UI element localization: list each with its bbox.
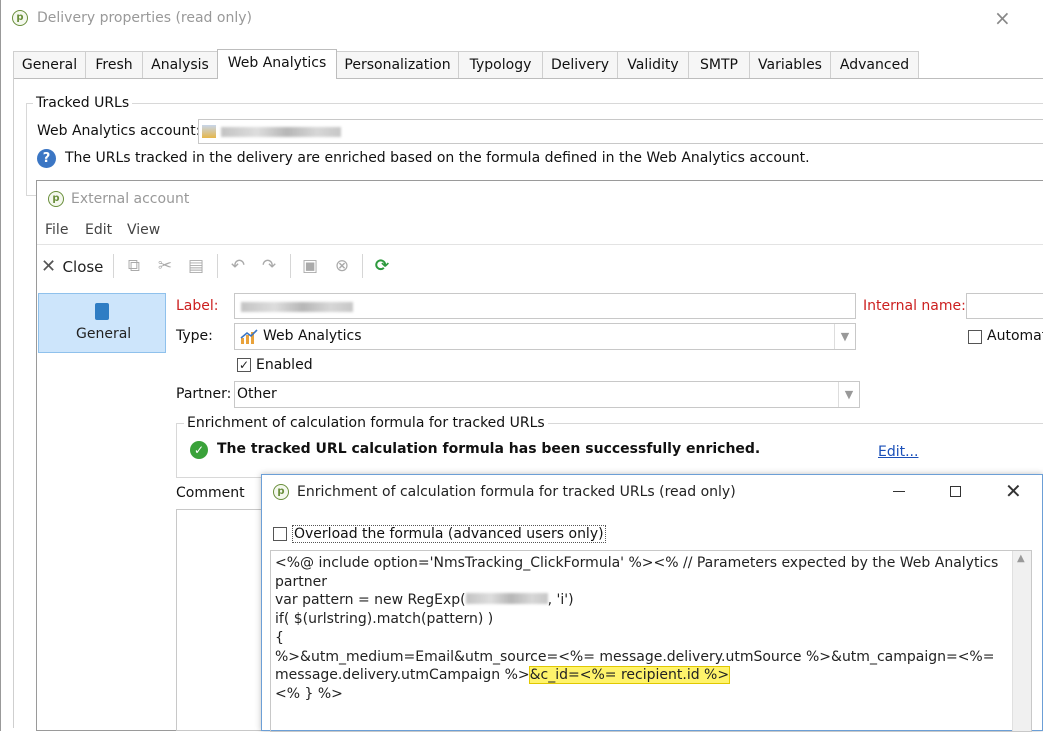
partner-select-value: Other xyxy=(237,386,277,402)
toolbar-separator xyxy=(113,254,114,278)
tab-typology[interactable]: Typology xyxy=(458,51,543,78)
maximize-icon[interactable] xyxy=(950,486,961,497)
code-line: %>&utm_medium=Email&utm_source=<%= messa… xyxy=(275,648,995,665)
paste-icon[interactable]: ▤ xyxy=(186,256,206,276)
toolbar-separator xyxy=(290,254,291,278)
save-icon[interactable]: ▣ xyxy=(300,256,320,276)
dialog-close-icon[interactable]: ✕ xyxy=(1005,479,1022,503)
formula-dialog: p Enrichment of calculation formula for … xyxy=(261,474,1043,732)
redacted-account-value xyxy=(221,127,341,137)
code-line: var pattern = new RegExp( , 'i') xyxy=(275,591,1011,610)
code-line: partner xyxy=(275,573,327,590)
automatic-label: Automat xyxy=(987,328,1043,344)
ext-window-title: External account xyxy=(71,191,190,207)
toolbar-separator xyxy=(362,254,363,278)
enabled-checkbox[interactable]: ✓ xyxy=(237,358,251,372)
dropdown-chevron-icon[interactable]: ▼ xyxy=(838,382,859,407)
code-line-text: , 'i') xyxy=(547,592,574,609)
info-icon: ? xyxy=(37,149,56,168)
type-select[interactable]: Web Analytics ▼ xyxy=(234,323,856,350)
success-text: The tracked URL calculation formula has … xyxy=(217,441,761,457)
code-line: if( $(urlstring).match(pattern) ) xyxy=(275,611,494,628)
dialog-logo-icon: p xyxy=(273,484,289,500)
code-line: message.delivery.utmCampaign %>&c_id=<%=… xyxy=(275,666,1011,685)
tab-analysis[interactable]: Analysis xyxy=(142,51,218,78)
edit-link[interactable]: Edit... xyxy=(878,444,918,460)
menu-file[interactable]: File xyxy=(45,222,68,238)
refresh-icon[interactable]: ⟳ xyxy=(372,256,392,276)
enrichment-group-label: Enrichment of calculation formula for tr… xyxy=(184,415,548,431)
type-label: Type: xyxy=(176,328,213,344)
highlighted-code: &c_id=<%= recipient.id %> xyxy=(528,666,731,685)
analytics-chart-icon xyxy=(240,329,258,345)
code-line-text: var pattern = new RegExp( xyxy=(275,592,466,609)
scroll-up-icon[interactable]: ▲ xyxy=(1017,553,1025,564)
enabled-label: Enabled xyxy=(256,357,313,373)
overload-label: Overload the formula (advanced users onl… xyxy=(292,525,606,543)
web-analytics-account-field[interactable] xyxy=(198,119,1043,144)
partner-label: Partner: xyxy=(176,386,232,402)
vertical-scrollbar[interactable]: ▲ xyxy=(1012,551,1031,731)
tab-smtp[interactable]: SMTP xyxy=(688,51,750,78)
ext-logo-icon: p xyxy=(48,191,64,207)
cut-icon[interactable]: ✂ xyxy=(155,256,175,276)
title-bar: p Delivery properties (read only) × xyxy=(1,0,1043,38)
tab-fresh[interactable]: Fresh xyxy=(85,51,143,78)
undo-icon[interactable]: ↶ xyxy=(228,256,248,276)
label-input[interactable] xyxy=(234,293,856,319)
internal-name-input[interactable] xyxy=(966,293,1043,319)
code-line: <% } %> xyxy=(275,685,343,702)
success-check-icon: ✓ xyxy=(190,441,208,459)
formula-code: <%@ include option='NmsTracking_ClickFor… xyxy=(275,554,1011,704)
nav-general-label: General xyxy=(76,326,132,342)
copy-icon[interactable]: ⧉ xyxy=(124,256,144,276)
redacted-label-value xyxy=(241,302,353,312)
redo-icon[interactable]: ↷ xyxy=(259,256,279,276)
menu-edit[interactable]: Edit xyxy=(85,222,112,238)
chart-icon xyxy=(202,125,216,138)
tab-general[interactable]: General xyxy=(13,51,86,78)
web-analytics-account-label: Web Analytics account: xyxy=(37,123,201,139)
tracked-urls-label: Tracked URLs xyxy=(33,95,133,111)
dropdown-chevron-icon[interactable]: ▼ xyxy=(834,324,855,349)
code-line-text: message.delivery.utmCampaign %> xyxy=(275,667,530,684)
window-title: Delivery properties (read only) xyxy=(37,10,252,26)
tab-advanced[interactable]: Advanced xyxy=(830,51,919,78)
code-line: { xyxy=(275,629,284,646)
close-button[interactable]: ✕ Close xyxy=(41,256,104,277)
tab-delivery[interactable]: Delivery xyxy=(542,51,618,78)
tab-personalization[interactable]: Personalization xyxy=(336,51,459,78)
formula-textarea[interactable]: <%@ include option='NmsTracking_ClickFor… xyxy=(270,550,1032,732)
toolbar-separator xyxy=(217,254,218,278)
type-select-value: Web Analytics xyxy=(263,328,362,344)
dialog-title: Enrichment of calculation formula for tr… xyxy=(297,484,736,500)
info-text: The URLs tracked in the delivery are enr… xyxy=(65,150,810,166)
overload-checkbox[interactable] xyxy=(273,527,287,541)
tab-variables[interactable]: Variables xyxy=(749,51,831,78)
app-logo-icon: p xyxy=(12,10,28,26)
toolbar-divider xyxy=(37,244,1043,245)
automatic-checkbox[interactable] xyxy=(968,330,982,344)
comment-label: Comment xyxy=(176,485,245,501)
label-field-label: Label: xyxy=(176,298,219,314)
nav-general[interactable]: General xyxy=(38,293,166,353)
partner-select[interactable]: Other ▼ xyxy=(234,381,860,408)
minimize-icon[interactable] xyxy=(893,491,905,492)
close-button-label: Close xyxy=(62,258,104,276)
tab-validity[interactable]: Validity xyxy=(617,51,689,78)
code-line: <%@ include option='NmsTracking_ClickFor… xyxy=(275,555,999,571)
menu-view[interactable]: View xyxy=(127,222,160,238)
x-icon: ✕ xyxy=(41,256,57,277)
redacted-pattern xyxy=(465,593,548,605)
clipboard-icon xyxy=(95,303,109,320)
internal-name-label: Internal name: xyxy=(863,298,966,314)
close-icon[interactable]: × xyxy=(994,6,1011,30)
tab-web-analytics[interactable]: Web Analytics xyxy=(217,49,337,79)
cancel-icon[interactable]: ⊗ xyxy=(332,256,352,276)
